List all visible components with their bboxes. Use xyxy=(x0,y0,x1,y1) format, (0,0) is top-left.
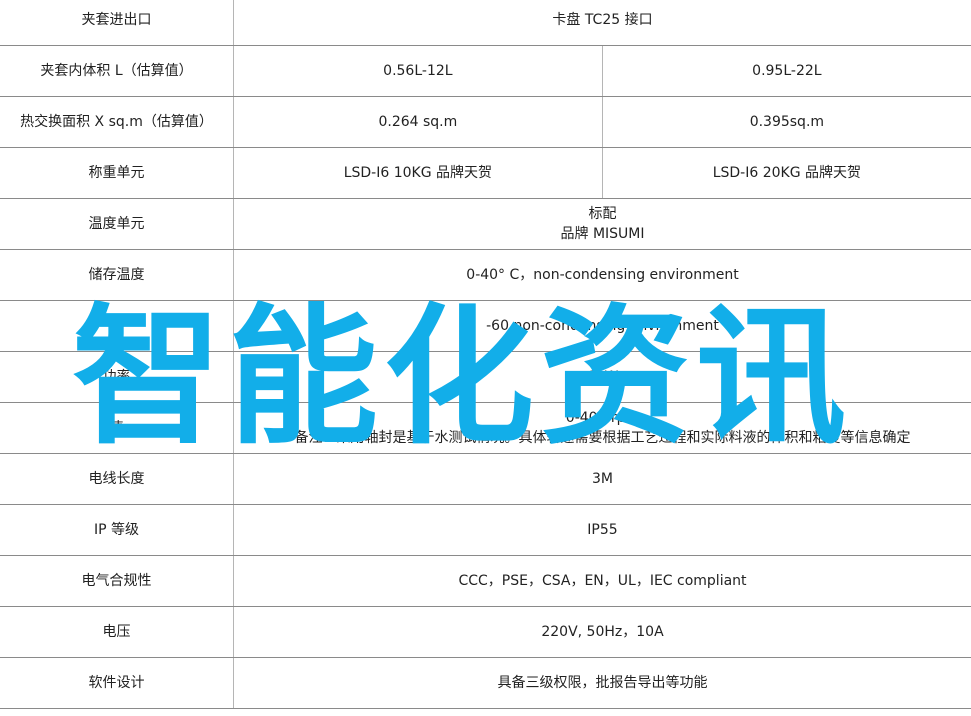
table-row: 功率 60W xyxy=(0,351,971,403)
row-value-large: LSD-I6 20KG 品牌天贺 xyxy=(602,147,971,199)
table-row: 软件设计 具备三级权限，批报告导出等功能 xyxy=(0,657,971,709)
table-row: IP 等级 IP55 xyxy=(0,504,971,556)
row-value: IP55 xyxy=(233,504,971,556)
row-value: 0-40° C，non-condensing environment xyxy=(233,249,971,301)
row-value: 60W xyxy=(233,351,971,403)
row-value: 220V, 50Hz，10A xyxy=(233,606,971,658)
spec-table: 夹套进出口 卡盘 TC25 接口 夹套内体积 L（估算值） 0.56L-12L … xyxy=(0,0,971,709)
row-value: 标配 品牌 MISUMI xyxy=(233,198,971,250)
row-label: 软件设计 xyxy=(0,657,234,709)
row-value-line: 标配 xyxy=(588,206,617,222)
row-value: CCC，PSE，CSA，EN，UL，IEC compliant xyxy=(233,555,971,607)
row-label: 夹套内体积 L（估算值） xyxy=(0,45,234,97)
row-value: 0-400 rpm 备注：采用轴封是基于水测试情况。具体转速需要根据工艺过程和实… xyxy=(233,402,971,454)
row-value-line: 品牌 MISUMI xyxy=(560,226,645,242)
table-row: 称重单元 LSD-I6 10KG 品牌天贺 LSD-I6 20KG 品牌天贺 xyxy=(0,147,971,199)
row-value: 3M xyxy=(233,453,971,505)
row-label: 电压 xyxy=(0,606,234,658)
table-row: 热交换面积 X sq.m（估算值） 0.264 sq.m 0.395sq.m xyxy=(0,96,971,148)
row-label: 速 xyxy=(0,402,234,454)
table-row: 电气合规性 CCC，PSE，CSA，EN，UL，IEC compliant xyxy=(0,555,971,607)
row-label: 称重单元 xyxy=(0,147,234,199)
row-label: 温度单元 xyxy=(0,198,234,250)
table-row: 夹套内体积 L（估算值） 0.56L-12L 0.95L-22L xyxy=(0,45,971,97)
table-row: 储存温度 0-40° C，non-condensing environment xyxy=(0,249,971,301)
table-row: -60 non-condensing environment xyxy=(0,300,971,352)
row-label: 夹套进出口 xyxy=(0,0,234,46)
row-value-line: 0-400 rpm xyxy=(565,410,640,426)
row-label: 热交换面积 X sq.m（估算值） xyxy=(0,96,234,148)
table-row: 电压 220V, 50Hz，10A xyxy=(0,606,971,658)
row-value-small: LSD-I6 10KG 品牌天贺 xyxy=(233,147,603,199)
row-label xyxy=(0,300,234,352)
row-label: 功率 xyxy=(0,351,234,403)
row-label: 储存温度 xyxy=(0,249,234,301)
row-value-large: 0.395sq.m xyxy=(602,96,971,148)
row-value: -60 non-condensing environment xyxy=(233,300,971,352)
table-row: 电线长度 3M xyxy=(0,453,971,505)
table-row: 温度单元 标配 品牌 MISUMI xyxy=(0,198,971,250)
table-row: 夹套进出口 卡盘 TC25 接口 xyxy=(0,0,971,46)
row-value: 卡盘 TC25 接口 xyxy=(233,0,971,46)
row-value-small: 0.264 sq.m xyxy=(233,96,603,148)
row-label: 电气合规性 xyxy=(0,555,234,607)
row-value-note: 备注：采用轴封是基于水测试情况。具体转速需要根据工艺过程和实际料液的体积和粘度等… xyxy=(294,430,911,446)
row-label: IP 等级 xyxy=(0,504,234,556)
table-row: 速 0-400 rpm 备注：采用轴封是基于水测试情况。具体转速需要根据工艺过程… xyxy=(0,402,971,454)
row-value-small: 0.56L-12L xyxy=(233,45,603,97)
row-label: 电线长度 xyxy=(0,453,234,505)
row-value-large: 0.95L-22L xyxy=(602,45,971,97)
row-value: 具备三级权限，批报告导出等功能 xyxy=(233,657,971,709)
